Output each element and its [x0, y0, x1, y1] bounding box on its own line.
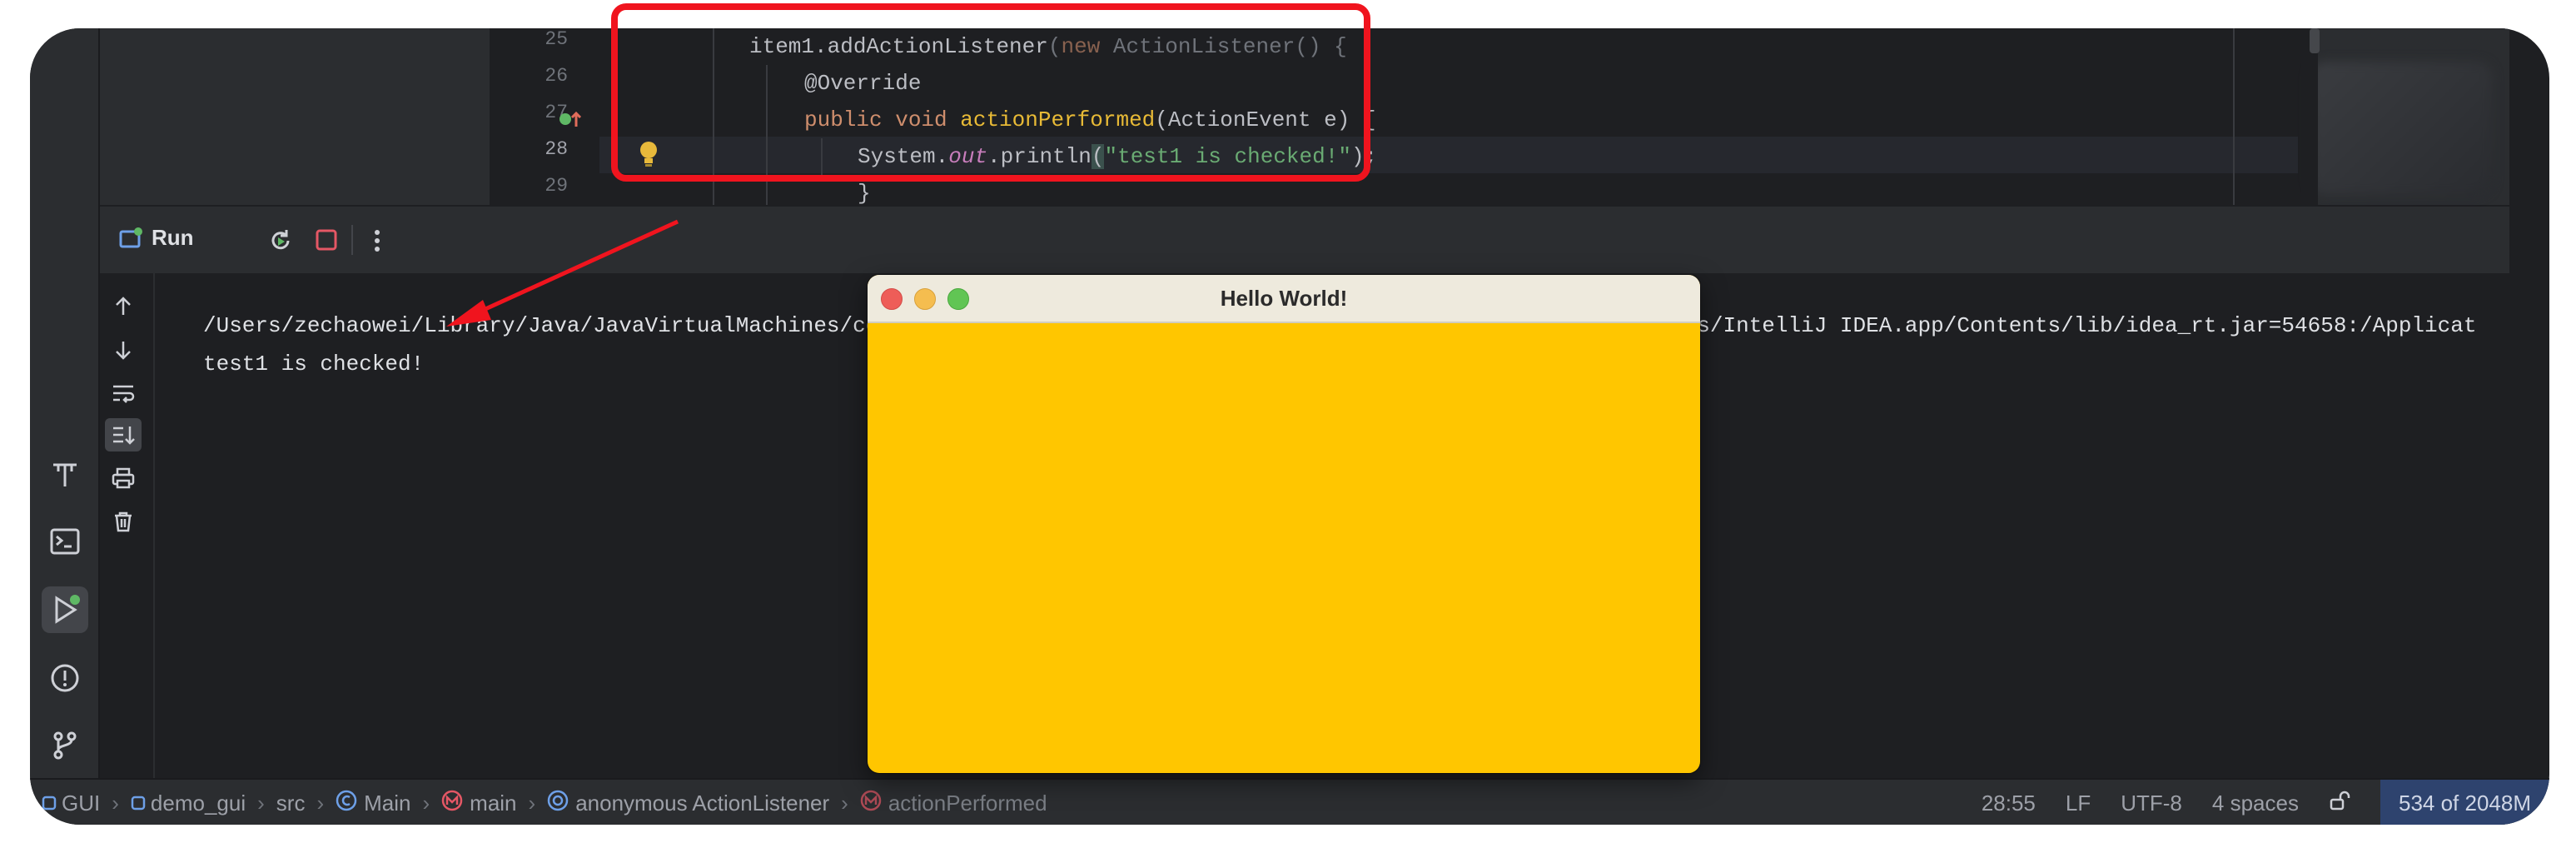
line-number: 25: [545, 28, 568, 50]
toolbar-divider: [351, 225, 353, 255]
caret-position[interactable]: 28:55: [1982, 791, 2036, 816]
scroll-to-end-icon[interactable]: [105, 418, 142, 451]
blurred-region: [2310, 62, 2493, 195]
soft-wrap-icon[interactable]: [105, 377, 142, 410]
hello-world-window[interactable]: Hello World!: [868, 275, 1700, 773]
status-right: 28:55 LF UTF-8 4 spaces 534 of 2048M: [1982, 780, 2549, 825]
breadcrumb-item[interactable]: anonymous ActionListener: [575, 791, 829, 816]
window-titlebar[interactable]: Hello World!: [868, 275, 1700, 323]
editor-right-area: [2301, 28, 2509, 205]
git-icon[interactable]: [42, 721, 88, 768]
tool-window-strip: [30, 28, 100, 778]
line-number: 28: [545, 138, 568, 160]
print-icon[interactable]: [105, 461, 142, 495]
chevron-right-icon: ›: [257, 791, 265, 816]
chevron-right-icon: ›: [841, 791, 848, 816]
breadcrumb-item[interactable]: src: [276, 791, 306, 816]
run-icon[interactable]: [42, 586, 88, 633]
line-gutter: 25 26 27 28 29: [491, 28, 599, 205]
up-arrow-icon[interactable]: [105, 290, 142, 323]
down-arrow-icon[interactable]: [105, 333, 142, 367]
run-header: Run: [100, 207, 2509, 273]
anonymous-class-icon: [547, 790, 569, 817]
window-title: Hello World!: [1220, 286, 1348, 311]
structure-icon[interactable]: [42, 451, 88, 498]
run-tab-title[interactable]: Run: [152, 225, 194, 251]
status-bar: GUI › demo_gui › src › Main › main › ano…: [30, 778, 2549, 825]
method-icon: [860, 790, 882, 817]
breadcrumb: GUI › demo_gui › src › Main › main › ano…: [42, 790, 1047, 817]
trash-icon[interactable]: [105, 505, 142, 538]
right-margin-guide: [2233, 28, 2235, 205]
chevron-right-icon: ›: [528, 791, 536, 816]
unlock-icon[interactable]: [2329, 790, 2350, 817]
chevron-right-icon: ›: [422, 791, 430, 816]
terminal-icon[interactable]: [42, 518, 88, 565]
stop-icon[interactable]: [315, 228, 338, 256]
breadcrumb-item[interactable]: actionPerformed: [888, 791, 1047, 816]
problems-icon[interactable]: [42, 655, 88, 701]
line-ending[interactable]: LF: [2066, 791, 2091, 816]
file-encoding[interactable]: UTF-8: [2121, 791, 2182, 816]
line-number: 26: [545, 65, 568, 87]
editor-scrollbar[interactable]: [2310, 28, 2320, 53]
rerun-icon[interactable]: [266, 227, 295, 259]
breadcrumb-item[interactable]: main: [470, 791, 516, 816]
indent-setting[interactable]: 4 spaces: [2212, 791, 2299, 816]
method-icon: [441, 790, 463, 817]
annotation-highlight-box: [611, 3, 1370, 182]
module-icon: [42, 791, 57, 816]
chevron-right-icon: ›: [112, 791, 119, 816]
project-panel: [100, 28, 490, 205]
override-gutter-icon[interactable]: [558, 108, 583, 134]
run-side-toolbar: [100, 273, 155, 778]
breadcrumb-item[interactable]: Main: [364, 791, 410, 816]
module-icon: [131, 791, 146, 816]
breadcrumb-item[interactable]: demo_gui: [151, 791, 246, 816]
breadcrumb-item[interactable]: GUI: [62, 791, 100, 816]
run-config-icon: [118, 227, 143, 256]
line-number: 29: [545, 175, 568, 197]
chevron-right-icon: ›: [316, 791, 325, 816]
memory-indicator[interactable]: 534 of 2048M: [2380, 780, 2549, 825]
more-options-icon[interactable]: [373, 228, 381, 257]
class-icon: [336, 790, 357, 817]
